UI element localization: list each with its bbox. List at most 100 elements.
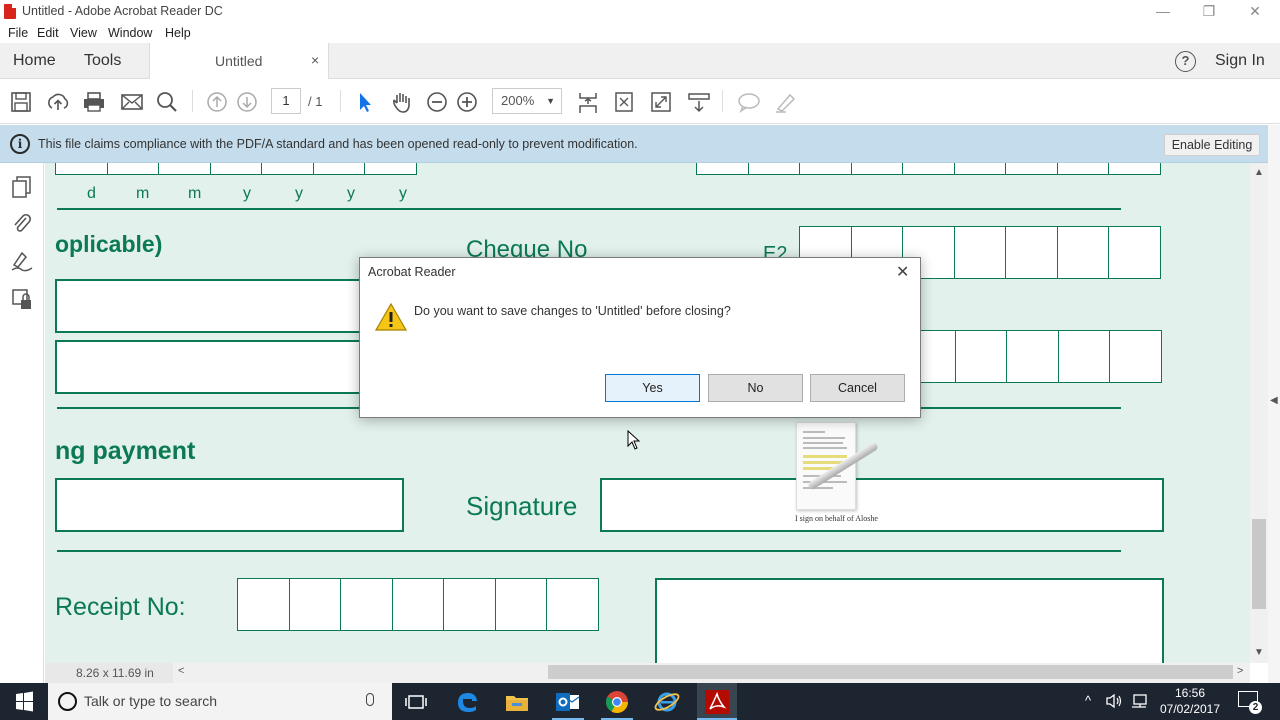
form-field[interactable] [55, 340, 375, 394]
bottom-bar: 8.26 x 11.69 in < > [45, 663, 1250, 683]
file-explorer-icon[interactable] [502, 687, 532, 717]
signature-field[interactable] [600, 478, 1164, 532]
search-icon[interactable] [152, 80, 182, 124]
tray-expand-icon[interactable]: ^ [1085, 693, 1091, 708]
acrobat-app-icon [4, 4, 16, 19]
dialog-body: Do you want to save changes to 'Untitled… [360, 288, 920, 417]
taskbar-search[interactable]: Talk or type to search [48, 683, 392, 720]
read-mode-icon[interactable] [683, 80, 713, 124]
dialog-close-icon[interactable]: ✕ [896, 262, 909, 282]
help-icon[interactable]: ? [1175, 51, 1196, 72]
content-lock-icon[interactable] [10, 287, 34, 311]
select-arrow-icon[interactable] [350, 80, 380, 124]
chrome-icon[interactable] [602, 687, 632, 717]
rule-line [57, 208, 1121, 210]
right-panel-toggle[interactable]: ◀ [1270, 395, 1278, 406]
receipt-label: Receipt No: [55, 593, 186, 621]
date-boxes-left [55, 163, 417, 175]
edge-browser-icon[interactable] [452, 687, 482, 717]
second-number-boxes [903, 330, 1162, 383]
scroll-left-icon[interactable]: < [178, 665, 184, 677]
full-screen-icon[interactable] [646, 80, 676, 124]
page-thumbnails-icon[interactable] [10, 175, 34, 199]
date-letter: y [243, 185, 251, 202]
page-up-icon[interactable] [202, 80, 232, 124]
page-down-icon[interactable] [232, 80, 262, 124]
tab-bar: Home Tools Untitled × [0, 43, 1280, 79]
vertical-scrollbar[interactable]: ▲ ▼ [1250, 163, 1268, 663]
date-letter: d [87, 185, 96, 202]
menu-window[interactable]: Window [108, 26, 152, 40]
date-letter: m [136, 185, 150, 202]
date-letter: y [399, 185, 407, 202]
yes-button[interactable]: Yes [605, 374, 700, 402]
system-clock[interactable]: 16:56 07/02/2017 [1158, 685, 1222, 717]
page-size: 8.26 x 11.69 in [45, 663, 173, 683]
outlook-icon[interactable] [553, 687, 583, 717]
email-icon[interactable] [116, 80, 146, 124]
left-rail [0, 163, 44, 683]
enable-editing-button[interactable]: Enable Editing [1164, 134, 1260, 156]
receipt-number-boxes [237, 578, 599, 631]
zoom-value: 200% [501, 93, 535, 108]
form-field[interactable] [55, 279, 375, 333]
page-number-input[interactable]: 1 [271, 88, 301, 114]
horizontal-scroll-thumb[interactable] [548, 665, 1233, 679]
menu-file[interactable]: File [8, 26, 28, 40]
print-icon[interactable] [78, 80, 108, 124]
upload-icon[interactable] [42, 80, 72, 124]
tab-home[interactable]: Home [13, 52, 56, 70]
page-total: / 1 [308, 94, 323, 109]
scroll-right-icon[interactable]: > [1237, 665, 1243, 677]
save-icon[interactable] [6, 80, 36, 124]
minimize-button[interactable]: — [1140, 0, 1186, 24]
task-view-icon[interactable] [401, 687, 431, 717]
highlight-icon[interactable] [770, 80, 800, 124]
search-placeholder: Talk or type to search [84, 693, 218, 709]
menu-bar: File Edit View Window Help [0, 24, 1280, 43]
dialog-message: Do you want to save changes to 'Untitled… [414, 304, 731, 318]
scroll-mode-icon[interactable] [573, 80, 603, 124]
acrobat-reader-icon[interactable] [702, 687, 732, 717]
zoom-select[interactable]: 200% ▼ [492, 88, 562, 114]
internet-explorer-icon[interactable] [652, 687, 682, 717]
start-button[interactable] [0, 683, 48, 720]
date-letter: y [295, 185, 303, 202]
fit-page-icon[interactable] [609, 80, 639, 124]
chevron-down-icon: ▼ [546, 96, 555, 106]
payment-label: ng payment [55, 437, 196, 465]
menu-help[interactable]: Help [165, 26, 191, 40]
scroll-thumb[interactable] [1252, 519, 1266, 609]
no-button[interactable]: No [708, 374, 803, 402]
title-bar: Untitled - Adobe Acrobat Reader DC — ❐ ✕ [0, 0, 1280, 24]
save-changes-dialog: Acrobat Reader ✕ Do you want to save cha… [359, 257, 921, 418]
restore-button[interactable]: ❐ [1186, 0, 1232, 24]
date-letter: y [347, 185, 355, 202]
menu-edit[interactable]: Edit [37, 26, 59, 40]
network-icon[interactable] [1130, 693, 1148, 712]
hand-icon[interactable] [386, 80, 416, 124]
signature-pen-icon[interactable] [10, 249, 34, 273]
volume-icon[interactable] [1105, 693, 1123, 712]
comment-icon[interactable] [733, 80, 763, 124]
tab-document[interactable]: Untitled × [149, 43, 329, 79]
scroll-down-icon[interactable]: ▼ [1254, 647, 1264, 658]
close-tab-icon[interactable]: × [311, 52, 319, 68]
window-title: Untitled - Adobe Acrobat Reader DC [22, 4, 223, 18]
receipt-field[interactable] [655, 578, 1164, 663]
menu-view[interactable]: View [70, 26, 97, 40]
cortana-icon [58, 692, 77, 711]
document-tab-title: Untitled [215, 53, 263, 69]
toolbar-separator [722, 90, 723, 112]
cancel-button[interactable]: Cancel [810, 374, 905, 402]
close-window-button[interactable]: ✕ [1232, 0, 1278, 24]
microphone-icon[interactable] [366, 693, 374, 706]
attachment-icon[interactable] [10, 211, 34, 235]
toolbar-separator [340, 90, 341, 112]
zoom-in-icon[interactable] [452, 80, 482, 124]
payment-field[interactable] [55, 478, 404, 532]
zoom-out-icon[interactable] [422, 80, 452, 124]
sign-in-link[interactable]: Sign In [1215, 52, 1265, 70]
tab-tools[interactable]: Tools [84, 52, 121, 70]
scroll-up-icon[interactable]: ▲ [1254, 167, 1264, 178]
